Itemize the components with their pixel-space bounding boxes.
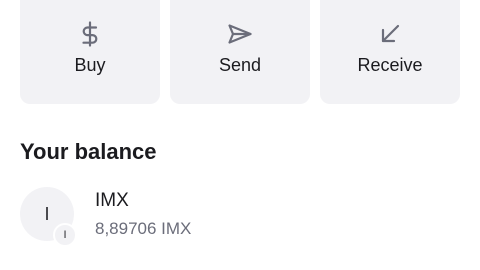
buy-label: Buy [74,55,106,75]
asset-symbol: IMX [95,189,129,211]
arrow-down-left-icon [377,21,403,47]
quick-actions: Buy Send Receive [20,0,460,104]
send-button[interactable]: Send [170,0,310,104]
dollar-icon [77,21,103,47]
receive-label: Receive [357,55,423,75]
network-badge: I [53,223,77,247]
token-avatar: I I [20,187,77,247]
send-arrow-icon [227,21,253,47]
asset-row-imx[interactable]: I I IMX 8,89706 IMX [20,183,460,247]
receive-button[interactable]: Receive [320,0,460,104]
asset-amount: 8,89706 IMX [95,218,192,238]
buy-button[interactable]: Buy [20,0,160,104]
asset-text: IMX 8,89706 IMX [95,189,191,240]
send-label: Send [218,55,262,75]
balance-title: Your balance [20,139,157,164]
